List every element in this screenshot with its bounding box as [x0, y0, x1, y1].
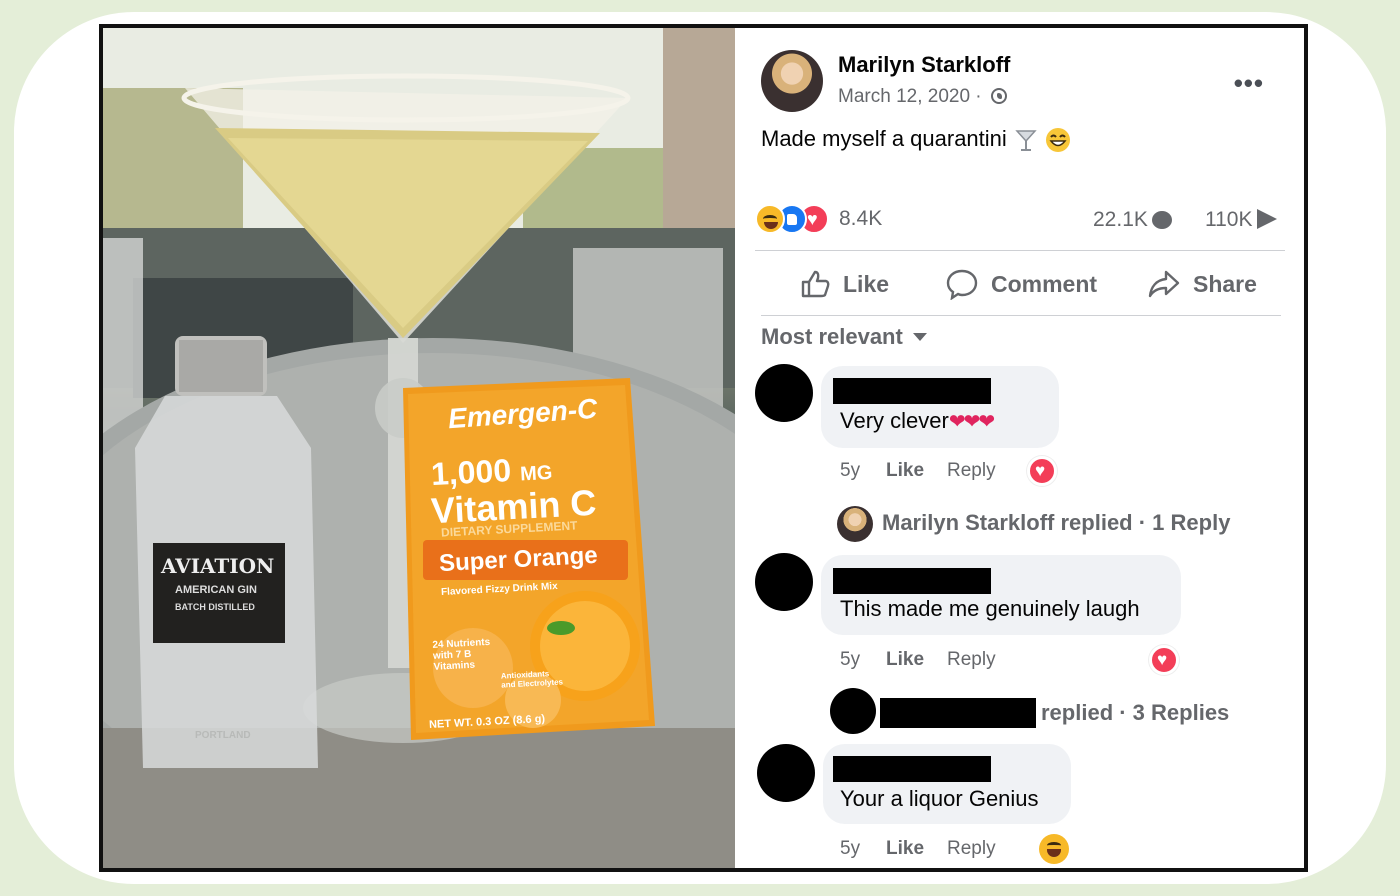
- comment-sort-dropdown[interactable]: Most relevant: [761, 324, 927, 350]
- share-count[interactable]: 110K: [1205, 208, 1277, 232]
- packet-dose-unit: MG: [519, 461, 553, 486]
- reaction-summary[interactable]: 8.4K: [755, 202, 882, 236]
- post-timestamp[interactable]: March 12, 2020 ·: [838, 86, 1007, 108]
- cocktail-glass-icon: [1015, 130, 1037, 152]
- comment-text: Very clever❤❤❤: [840, 408, 995, 434]
- share-count-value: 110K: [1205, 208, 1253, 231]
- packet-antioxidants: Antioxidants and Electrolytes: [500, 669, 564, 690]
- comment-bubble-icon: [1151, 211, 1172, 229]
- reply-thread-link[interactable]: replied · 3 Replies: [1041, 700, 1229, 726]
- commenter-avatar-redacted[interactable]: [755, 553, 813, 611]
- share-arrow-icon: [1256, 209, 1277, 229]
- comment-button-label: Comment: [991, 270, 1098, 297]
- comment-count[interactable]: 22.1K: [1093, 208, 1172, 232]
- share-button[interactable]: Share: [1147, 264, 1257, 304]
- comment-text-content: Very clever: [840, 408, 949, 433]
- comment-reply-link[interactable]: Reply: [947, 838, 996, 860]
- author-reply-avatar[interactable]: [837, 506, 873, 542]
- chevron-down-icon: [912, 333, 927, 341]
- comment-reply-link[interactable]: Reply: [947, 649, 996, 671]
- comment-icon: [946, 269, 978, 300]
- commenter-name-redacted[interactable]: [833, 568, 991, 594]
- gin-label-brand: AVIATION: [161, 554, 275, 578]
- hearts-emoji-icon: ❤❤❤: [948, 411, 995, 433]
- haha-reaction-icon: [755, 204, 785, 234]
- comment-reply-link[interactable]: Reply: [947, 460, 996, 482]
- caption-text: Made myself a quarantini: [761, 126, 1007, 151]
- comment-age: 5y: [840, 460, 861, 481]
- commenter-name-redacted[interactable]: [833, 756, 991, 782]
- globe-icon: [990, 88, 1007, 104]
- grinning-face-icon: [1046, 128, 1071, 153]
- replier-avatar-redacted[interactable]: [830, 688, 876, 734]
- share-icon: [1148, 270, 1180, 298]
- like-button[interactable]: Like: [799, 264, 889, 304]
- photo-scene: [103, 28, 735, 868]
- sort-label: Most relevant: [761, 324, 903, 349]
- post-photo[interactable]: Emergen-C 1,000 MG Vitamin C DIETARY SUP…: [103, 28, 735, 868]
- post-caption: Made myself a quarantini: [761, 126, 1071, 153]
- comment-text: This made me genuinely laugh: [840, 596, 1140, 621]
- post-date-text: March 12, 2020 ·: [838, 86, 987, 107]
- packet-nutrients: 24 Nutrients with 7 B Vitamins: [432, 636, 491, 673]
- love-reaction-badge-icon[interactable]: [1149, 645, 1179, 675]
- gin-label-line2: BATCH DISTILLED: [175, 602, 255, 612]
- author-name[interactable]: Marilyn Starkloff: [838, 52, 1010, 78]
- comment-bubble: [821, 555, 1181, 635]
- reply-thread-link[interactable]: Marilyn Starkloff replied · 1 Reply: [882, 510, 1230, 536]
- more-options-icon[interactable]: •••: [1234, 68, 1264, 99]
- reaction-count: 8.4K: [839, 207, 883, 230]
- like-button-label: Like: [843, 270, 890, 297]
- facebook-post: Emergen-C 1,000 MG Vitamin C DIETARY SUP…: [99, 24, 1308, 872]
- comment-like-link[interactable]: Like: [886, 649, 924, 671]
- commenter-avatar-redacted[interactable]: [757, 744, 815, 802]
- author-avatar[interactable]: [761, 50, 823, 112]
- comment-like-link[interactable]: Like: [886, 838, 924, 860]
- divider-bottom: [761, 315, 1281, 316]
- comment-age: 5y: [840, 649, 861, 670]
- thumbs-up-icon: [801, 270, 830, 298]
- commenter-avatar-redacted[interactable]: [755, 364, 813, 422]
- haha-reaction-badge-icon[interactable]: [1039, 834, 1069, 864]
- post-details: Marilyn Starkloff March 12, 2020 · ••• M…: [735, 28, 1304, 868]
- gin-bottle-city: PORTLAND: [195, 730, 251, 741]
- replier-name-redacted[interactable]: [880, 698, 1036, 728]
- gin-label-line1: AMERICAN GIN: [175, 584, 257, 596]
- comment-like-link[interactable]: Like: [886, 460, 924, 482]
- comment-count-value: 22.1K: [1093, 208, 1148, 231]
- comment-age: 5y: [840, 838, 861, 859]
- comment-text: Your a liquor Genius: [840, 786, 1039, 811]
- share-button-label: Share: [1193, 270, 1257, 297]
- love-reaction-badge-icon[interactable]: [1027, 456, 1057, 486]
- commenter-name-redacted[interactable]: [833, 378, 991, 404]
- divider-top: [755, 250, 1285, 251]
- comment-button[interactable]: Comment: [945, 264, 1097, 304]
